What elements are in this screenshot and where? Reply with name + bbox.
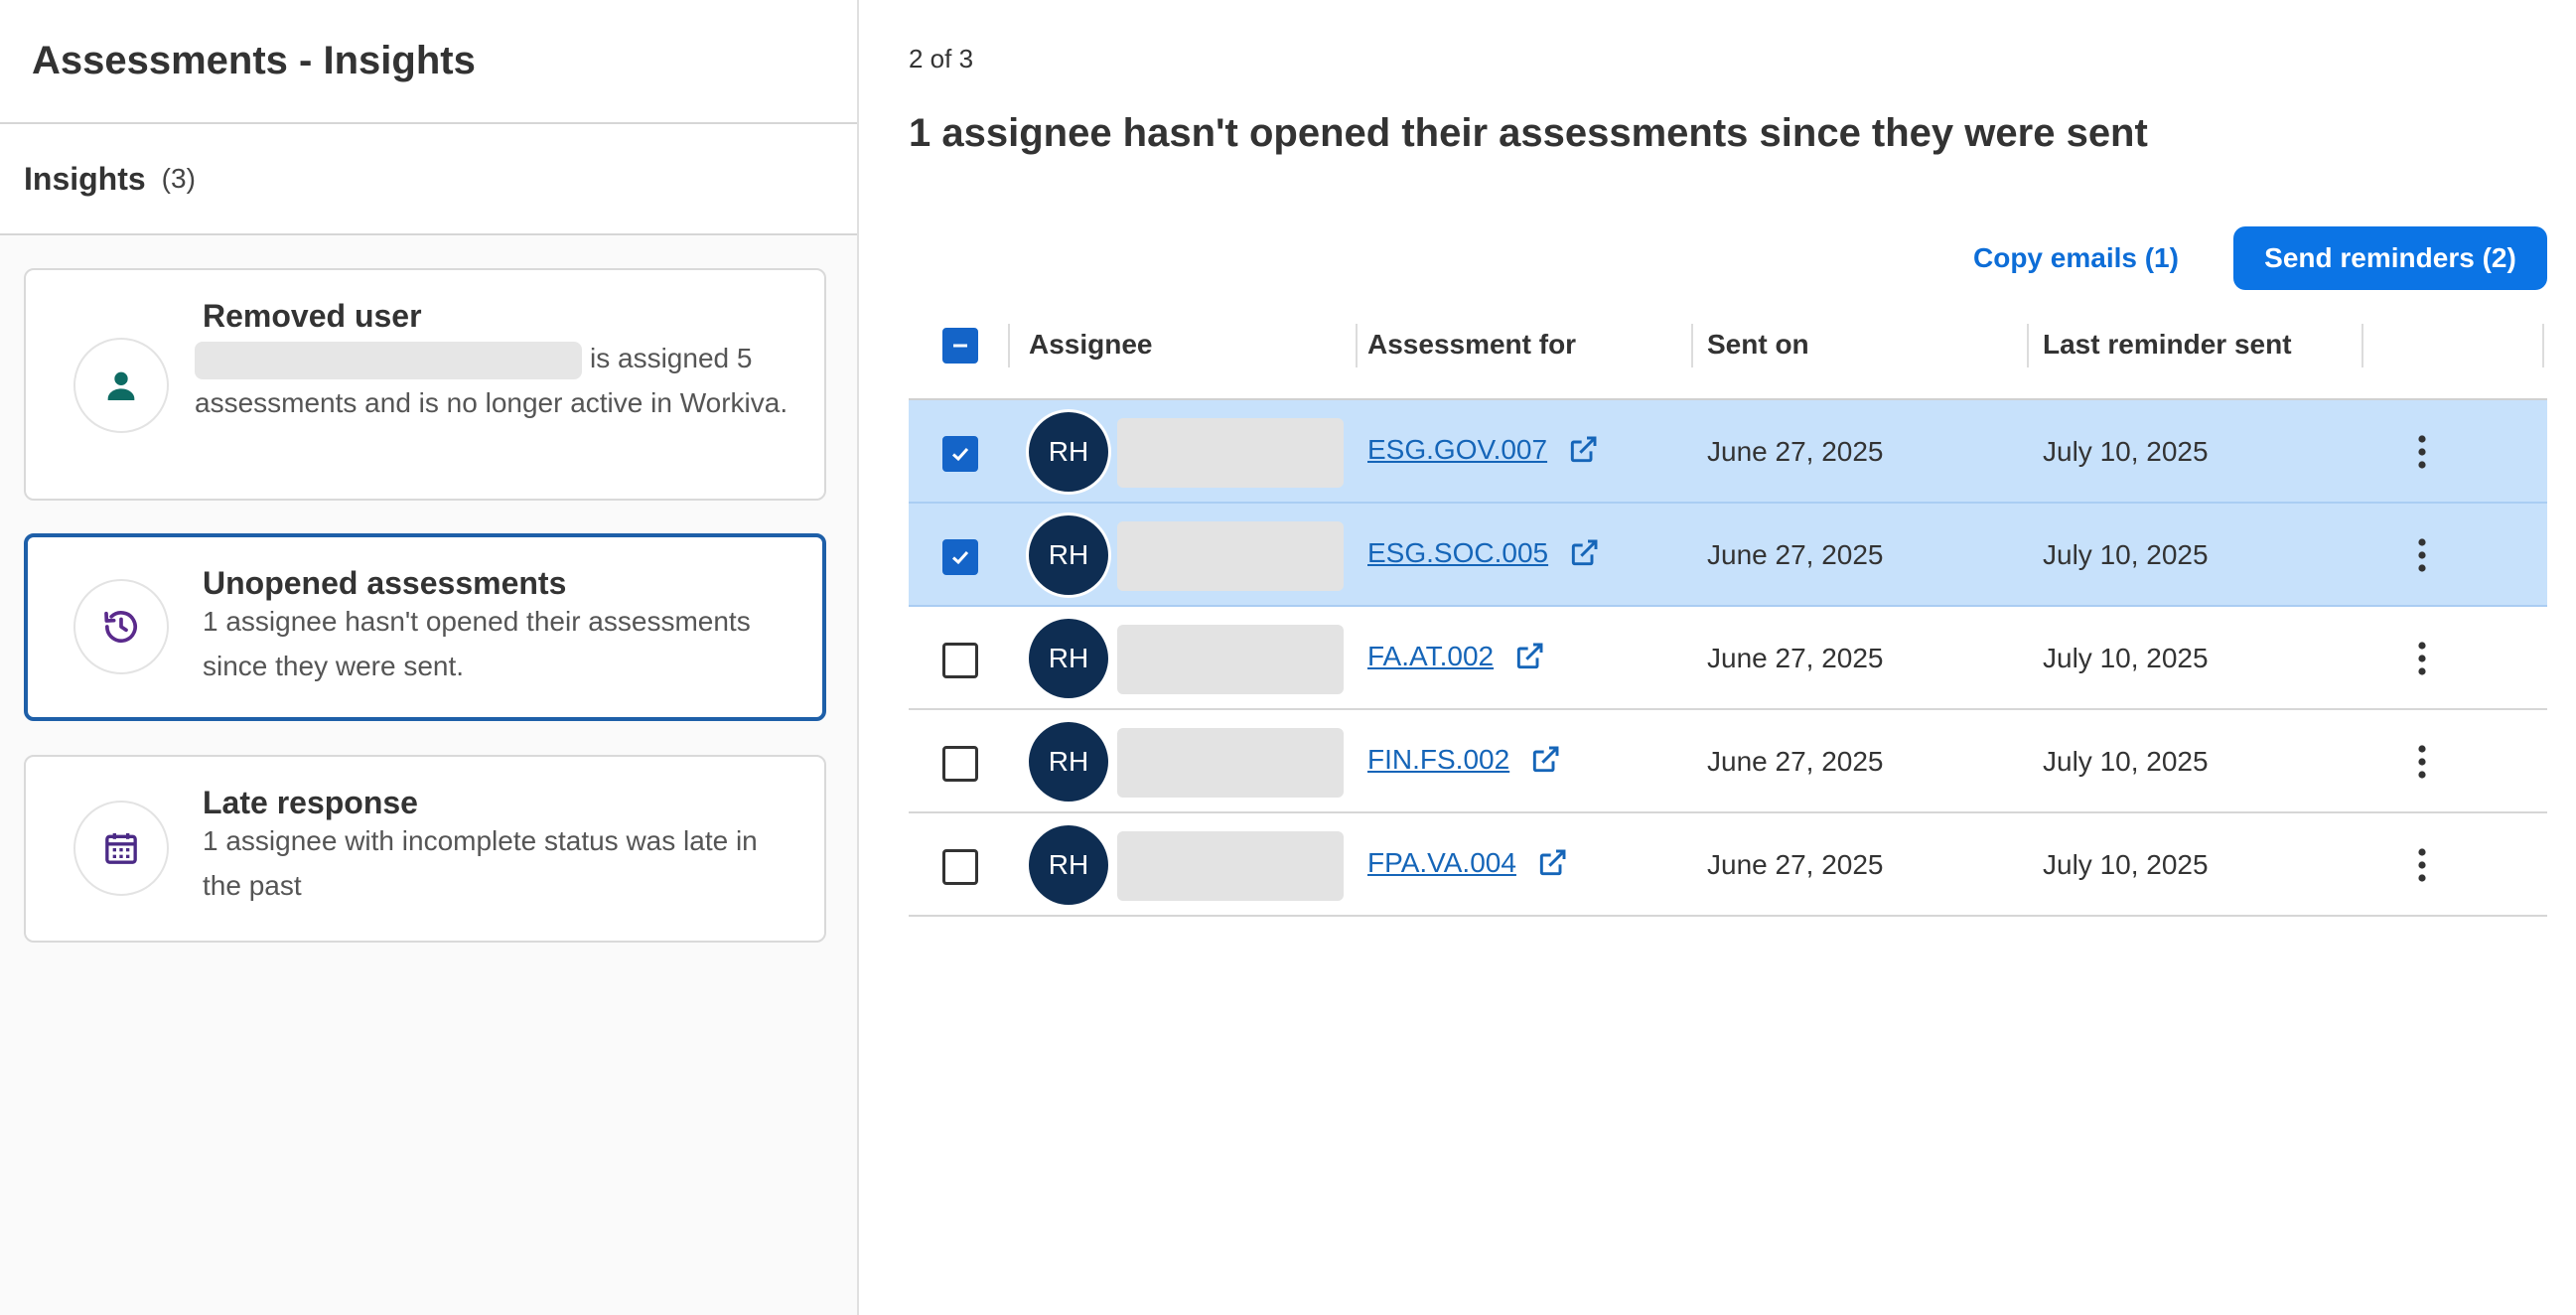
assessment-link[interactable]: FPA.VA.004 (1367, 847, 1568, 879)
avatar: RH (1029, 515, 1108, 595)
redacted-name (195, 341, 582, 379)
send-reminders-button[interactable]: Send reminders (2) (2233, 226, 2547, 290)
copy-emails-button[interactable]: Copy emails (1) (1953, 226, 2199, 290)
row-more-options-icon[interactable] (2402, 736, 2442, 788)
redacted-assignee-name (1117, 831, 1344, 901)
column-divider (1356, 324, 1358, 367)
page-title: 1 assignee hasn't opened their assessmen… (909, 111, 2148, 155)
row-checkbox[interactable] (942, 849, 978, 885)
table-row[interactable]: RH ESG.SOC.005 June 27, 2025 July 10, 20… (909, 504, 2547, 607)
insights-bar: Insights (3) (0, 124, 857, 235)
insights-sidebar: Assessments - Insights Insights (3) Remo… (0, 0, 859, 1315)
redacted-assignee-name (1117, 521, 1344, 591)
avatar: RH (1029, 619, 1108, 698)
row-more-options-icon[interactable] (2402, 426, 2442, 478)
avatar: RH (1029, 825, 1108, 905)
row-more-options-icon[interactable] (2402, 633, 2442, 684)
row-checkbox[interactable] (942, 436, 978, 472)
column-divider (2542, 324, 2544, 367)
sent-on-cell: June 27, 2025 (1707, 643, 1884, 673)
row-more-options-icon[interactable] (2402, 529, 2442, 581)
table-row[interactable]: RH FA.AT.002 June 27, 2025 July 10, 2025 (909, 607, 2547, 710)
assessment-link[interactable]: FA.AT.002 (1367, 641, 1545, 672)
insight-card-late-response[interactable]: Late response 1 assignee with incomplete… (24, 755, 826, 943)
avatar: RH (1029, 722, 1108, 802)
select-all-checkbox[interactable] (942, 328, 978, 364)
sent-on-cell: June 27, 2025 (1707, 436, 1884, 467)
sent-on-cell: June 27, 2025 (1707, 746, 1884, 777)
card-title: Removed user (203, 298, 422, 334)
column-divider (2027, 324, 2029, 367)
sent-on-cell: June 27, 2025 (1707, 539, 1884, 570)
redacted-assignee-name (1117, 418, 1344, 488)
assessment-link-label: ESG.GOV.007 (1367, 434, 1548, 465)
external-link-icon (1536, 847, 1568, 879)
card-title: Unopened assessments (203, 565, 567, 601)
insight-detail-panel: 2 of 3 1 assignee hasn't opened their as… (861, 0, 2576, 1315)
insights-label: Insights (24, 160, 146, 197)
insight-card-removed-user[interactable]: Removed user is assigned 5 assessments a… (24, 268, 826, 501)
assessment-link[interactable]: ESG.SOC.005 (1367, 537, 1600, 569)
calendar-icon (73, 801, 169, 896)
external-link-icon (1529, 744, 1561, 776)
assessment-link[interactable]: ESG.GOV.007 (1367, 434, 1599, 466)
pager-indicator: 2 of 3 (909, 44, 974, 73)
table-row[interactable]: RH ESG.GOV.007 June 27, 2025 July 10, 20… (909, 400, 2547, 504)
card-text: 1 assignee with incomplete status was la… (203, 825, 758, 901)
row-checkbox[interactable] (942, 643, 978, 678)
last-reminder-cell: July 10, 2025 (2043, 539, 2209, 570)
table-row[interactable]: RH FIN.FS.002 June 27, 2025 July 10, 202… (909, 710, 2547, 813)
row-checkbox[interactable] (942, 746, 978, 782)
column-header-assessment[interactable]: Assessment for (1367, 322, 1576, 367)
last-reminder-cell: July 10, 2025 (2043, 849, 2209, 880)
avatar: RH (1029, 412, 1108, 492)
last-reminder-cell: July 10, 2025 (2043, 643, 2209, 673)
last-reminder-cell: July 10, 2025 (2043, 436, 2209, 467)
last-reminder-cell: July 10, 2025 (2043, 746, 2209, 777)
table-header: Assignee Assessment for Sent on Last rem… (909, 308, 2547, 400)
app-title: Assessments - Insights (32, 39, 476, 82)
sidebar-header: Assessments - Insights (0, 0, 857, 124)
column-header-sent-on[interactable]: Sent on (1707, 322, 1809, 367)
column-divider (1008, 324, 1010, 367)
history-icon (73, 579, 169, 674)
insight-card-unopened-assessments[interactable]: Unopened assessments 1 assignee hasn't o… (24, 533, 826, 721)
assessment-link-label: FIN.FS.002 (1367, 744, 1510, 775)
card-title: Late response (203, 785, 418, 820)
card-text: 1 assignee hasn't opened their assessmen… (203, 606, 751, 681)
assessment-link-label: ESG.SOC.005 (1367, 537, 1549, 568)
person-icon (73, 338, 169, 433)
external-link-icon (1568, 537, 1600, 569)
redacted-assignee-name (1117, 625, 1344, 694)
column-header-assignee[interactable]: Assignee (1029, 322, 1153, 367)
external-link-icon (1567, 434, 1599, 466)
column-header-last-reminder[interactable]: Last reminder sent (2043, 322, 2292, 367)
column-divider (1691, 324, 1693, 367)
redacted-assignee-name (1117, 728, 1344, 798)
assessment-link-label: FA.AT.002 (1367, 641, 1495, 671)
table-row[interactable]: RH FPA.VA.004 June 27, 2025 July 10, 202… (909, 813, 2547, 917)
sent-on-cell: June 27, 2025 (1707, 849, 1884, 880)
card-text: is assigned 5 assessments and is no long… (195, 336, 810, 425)
row-checkbox[interactable] (942, 539, 978, 575)
external-link-icon (1513, 641, 1545, 672)
assessments-table: Assignee Assessment for Sent on Last rem… (909, 308, 2547, 917)
assessment-link-label: FPA.VA.004 (1367, 847, 1516, 878)
insights-count: (3) (161, 163, 196, 194)
column-divider (2361, 324, 2363, 367)
row-more-options-icon[interactable] (2402, 839, 2442, 891)
assessment-link[interactable]: FIN.FS.002 (1367, 744, 1561, 776)
